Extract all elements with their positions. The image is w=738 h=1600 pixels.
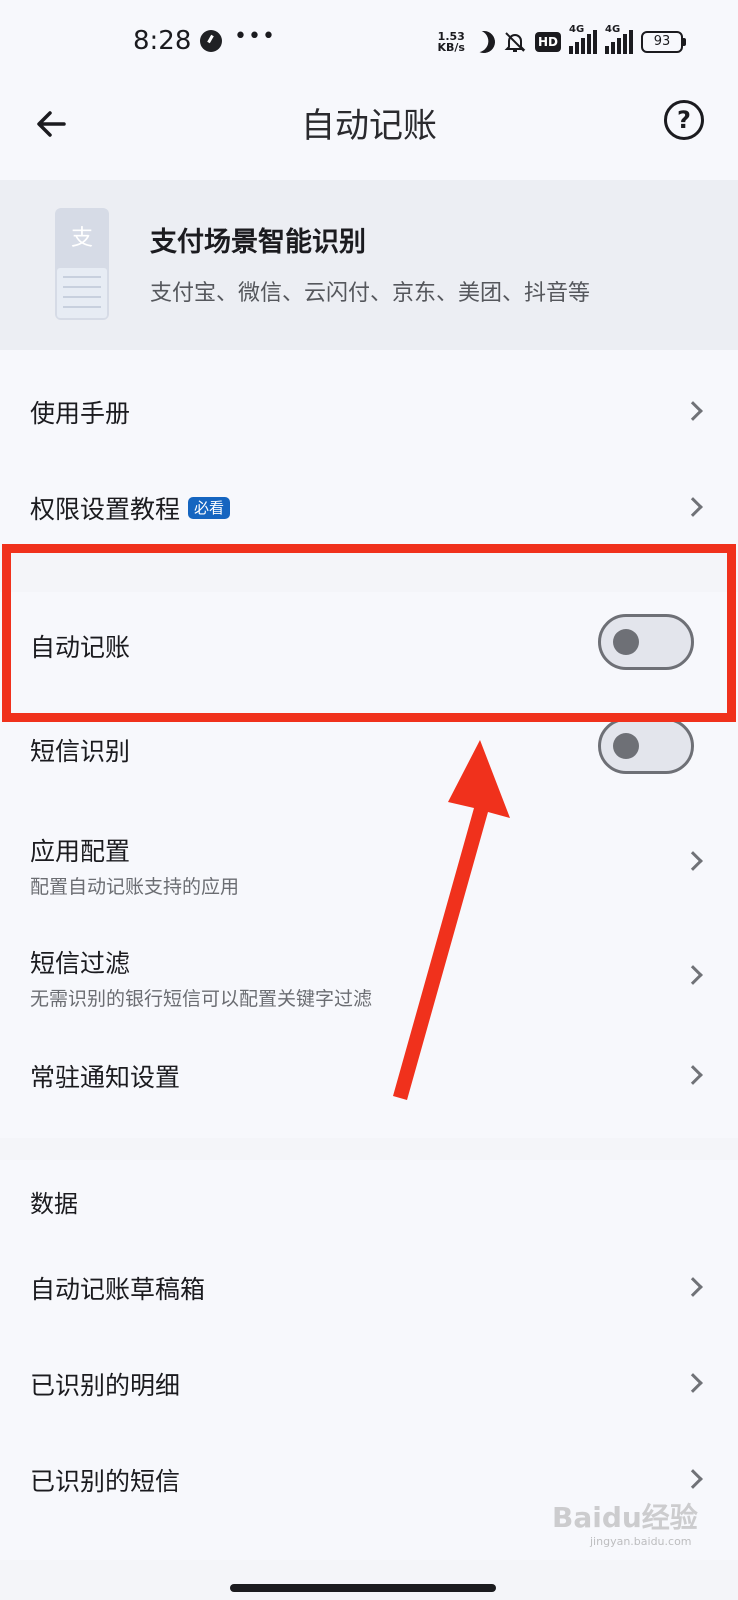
- phone-illustration-icon: 支: [55, 208, 109, 320]
- sms-recognition-label: 短信识别: [30, 737, 131, 766]
- help-icon[interactable]: ?: [664, 100, 704, 140]
- sms-filter-row[interactable]: 短信过滤 无需识别的银行短信可以配置关键字过滤: [0, 912, 738, 1028]
- banner-title: 支付场景智能识别: [150, 227, 366, 258]
- do-not-disturb-icon: [470, 28, 498, 56]
- more-notifications-icon: •••: [234, 24, 276, 49]
- data-section-title: 数据: [30, 1190, 78, 1218]
- app-header: 自动记账 ?: [0, 84, 738, 180]
- notification-settings-row[interactable]: 常驻通知设置: [0, 1028, 738, 1138]
- app-config-label: 应用配置: [30, 837, 131, 866]
- app-config-row[interactable]: 应用配置 配置自动记账支持的应用: [0, 800, 738, 912]
- permission-tutorial-label: 权限设置教程: [30, 495, 181, 524]
- chevron-right-icon: [683, 851, 703, 871]
- sms-filter-subtitle: 无需识别的银行短信可以配置关键字过滤: [30, 988, 373, 1010]
- network-speed-unit: KB/s: [437, 41, 465, 54]
- manual-row[interactable]: 使用手册: [0, 350, 738, 450]
- status-indicators: 1.53 KB/s HD 4G 4G 93: [438, 24, 686, 56]
- signal-icon-2: 4G: [605, 24, 633, 54]
- chevron-right-icon: [683, 1277, 703, 1297]
- app-config-subtitle: 配置自动记账支持的应用: [30, 876, 240, 898]
- recognized-sms-label: 已识别的短信: [30, 1467, 181, 1496]
- sms-filter-label: 短信过滤: [30, 949, 131, 978]
- notification-settings-label: 常驻通知设置: [30, 1063, 181, 1092]
- chevron-right-icon: [683, 1469, 703, 1489]
- must-read-badge: 必看: [188, 497, 231, 519]
- hd-voice-icon: HD: [534, 32, 561, 52]
- banner-subtitle: 支付宝、微信、云闪付、京东、美团、抖音等: [150, 281, 591, 306]
- baidu-watermark-url: jingyan.baidu.com: [590, 1535, 692, 1548]
- recognized-details-label: 已识别的明细: [30, 1371, 181, 1400]
- app-notification-icon: [200, 30, 222, 52]
- help-group: 使用手册 权限设置教程 必看: [0, 350, 738, 550]
- recognized-details-row[interactable]: 已识别的明细: [0, 1336, 738, 1432]
- network-speed: 1.53 KB/s: [438, 31, 465, 53]
- baidu-watermark: Baidu经验: [552, 1501, 698, 1534]
- sms-recognition-toggle[interactable]: [598, 718, 694, 774]
- drafts-row[interactable]: 自动记账草稿箱: [0, 1240, 738, 1336]
- highlight-box: [2, 544, 736, 722]
- battery-level: 93: [641, 31, 683, 53]
- status-time: 8:28: [133, 26, 192, 56]
- chevron-right-icon: [683, 1065, 703, 1085]
- chevron-right-icon: [683, 965, 703, 985]
- manual-label: 使用手册: [30, 399, 131, 428]
- home-indicator[interactable]: [230, 1584, 496, 1592]
- pointer-arrow-icon: [393, 740, 510, 1100]
- permission-tutorial-row[interactable]: 权限设置教程 必看: [0, 450, 738, 550]
- banner-icon-glyph: 支: [70, 226, 93, 251]
- battery-icon: 93: [641, 31, 686, 53]
- chevron-right-icon: [683, 401, 703, 421]
- chevron-right-icon: [683, 497, 703, 517]
- chevron-right-icon: [683, 1373, 703, 1393]
- status-bar: 8:28 ••• 1.53 KB/s HD 4G 4G 93: [0, 0, 738, 84]
- drafts-label: 自动记账草稿箱: [30, 1275, 206, 1304]
- mute-bell-icon: [503, 30, 527, 54]
- signal-icon-1: 4G: [569, 24, 597, 54]
- feature-banner: 支 支付场景智能识别 支付宝、微信、云闪付、京东、美团、抖音等: [0, 180, 738, 350]
- page-title: 自动记账: [301, 106, 437, 146]
